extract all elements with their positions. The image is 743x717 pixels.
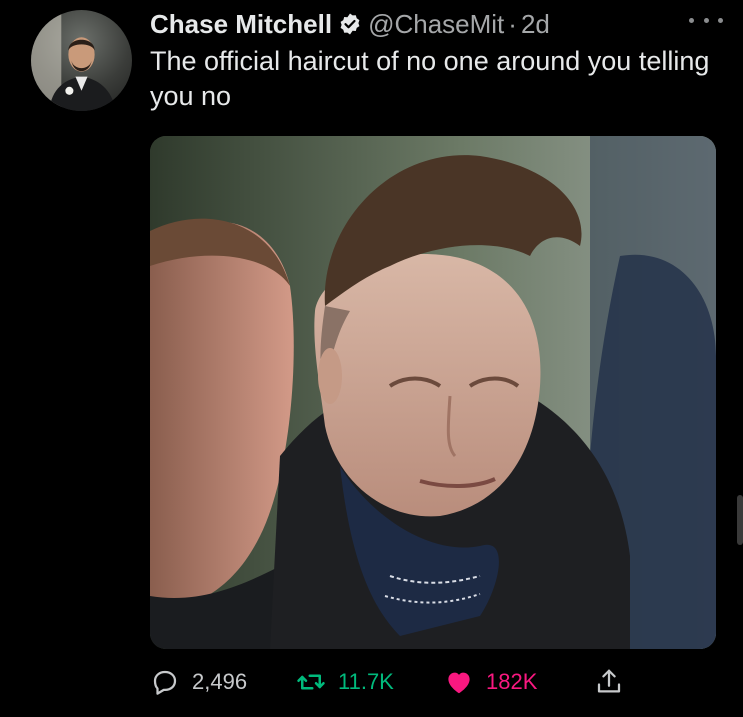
share-icon [597,669,621,693]
author-handle[interactable]: @ChaseMit [368,9,504,40]
more-options-icon[interactable] [689,10,723,30]
retweet-button[interactable]: 11.7K [296,662,394,702]
avatar-image [31,10,116,111]
like-button[interactable]: 182K [444,662,537,702]
retweet-icon [297,674,325,690]
avatar[interactable] [31,10,132,111]
tweet-timestamp[interactable]: 2d [521,9,550,40]
retweet-count: 11.7K [338,669,394,694]
tweet-text: The official haircut of no one around yo… [150,46,710,111]
reply-icon [153,670,177,695]
like-count: 182K [486,669,538,694]
author-name[interactable]: Chase Mitchell [150,9,332,40]
tweet-actions: 2,496 11.7K 182K [150,662,630,702]
photo-image [150,136,716,649]
heart-icon [448,672,470,694]
tweet-media-photo[interactable] [150,136,716,649]
tweet-header: Chase Mitchell @ChaseMit · 2d [150,6,713,42]
verified-badge-icon [340,13,360,35]
reply-count: 2,496 [192,669,248,694]
separator-dot: · [508,8,517,39]
share-button[interactable] [594,662,636,702]
reply-button[interactable]: 2,496 [150,662,247,702]
scrollbar[interactable] [737,495,743,545]
